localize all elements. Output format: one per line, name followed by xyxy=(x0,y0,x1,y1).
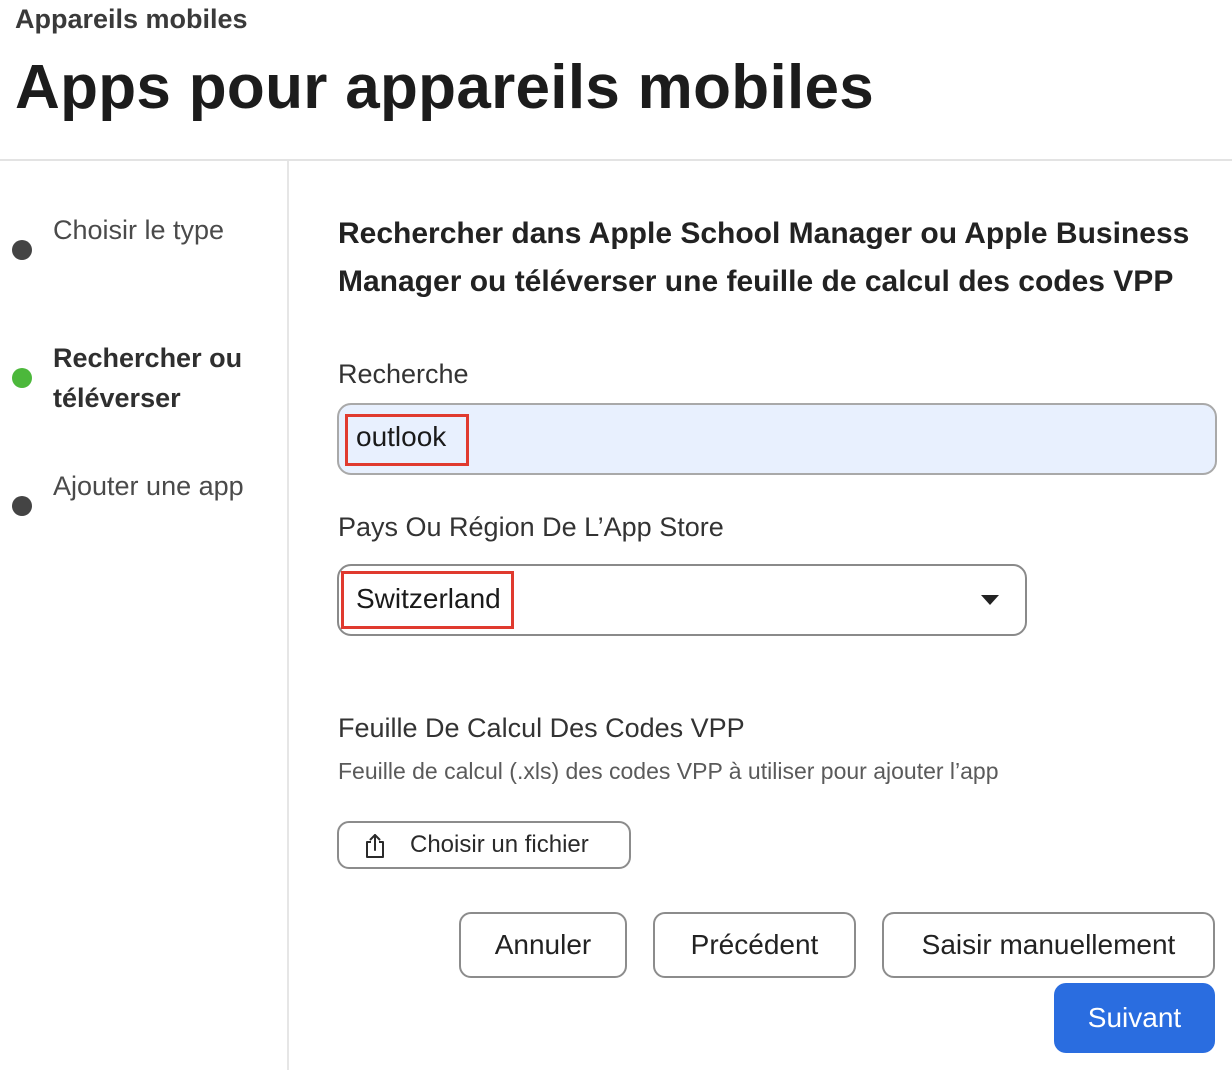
step-label: Choisir le type xyxy=(53,215,225,245)
step-label: Ajouter une app xyxy=(53,471,244,501)
chevron-down-icon[interactable] xyxy=(981,595,999,605)
step-dot xyxy=(12,240,32,260)
header-divider xyxy=(0,159,1232,161)
search-value-highlight xyxy=(345,414,469,466)
country-label: Pays Ou Région De L’App Store xyxy=(338,512,724,542)
manual-entry-button[interactable]: Saisir manuellement xyxy=(882,912,1215,978)
page: Appareils mobiles Apps pour appareils mo… xyxy=(0,0,1232,1070)
cancel-button[interactable]: Annuler xyxy=(459,912,627,978)
search-input[interactable] xyxy=(337,403,1217,475)
spreadsheet-helper-text: Feuille de calcul (.xls) des codes VPP à… xyxy=(338,758,999,784)
step-label: Rechercher ou téléverser xyxy=(53,343,243,413)
choose-file-button[interactable]: Choisir un fichier xyxy=(337,821,631,869)
search-label: Recherche xyxy=(338,359,469,389)
step-dot xyxy=(12,496,32,516)
previous-button[interactable]: Précédent xyxy=(653,912,856,978)
section-heading: Rechercher dans Apple School Manager ou … xyxy=(338,217,1190,298)
page-title: Apps pour appareils mobiles xyxy=(15,53,875,122)
sidebar-divider xyxy=(287,161,289,1070)
country-value-highlight xyxy=(341,571,514,629)
next-button[interactable]: Suivant xyxy=(1054,983,1215,1053)
breadcrumb[interactable]: Appareils mobiles xyxy=(15,4,248,35)
choose-file-label: Choisir un fichier xyxy=(410,831,589,858)
upload-icon xyxy=(366,834,384,858)
step-dot-active xyxy=(12,368,32,388)
spreadsheet-label: Feuille De Calcul Des Codes VPP xyxy=(338,713,745,743)
